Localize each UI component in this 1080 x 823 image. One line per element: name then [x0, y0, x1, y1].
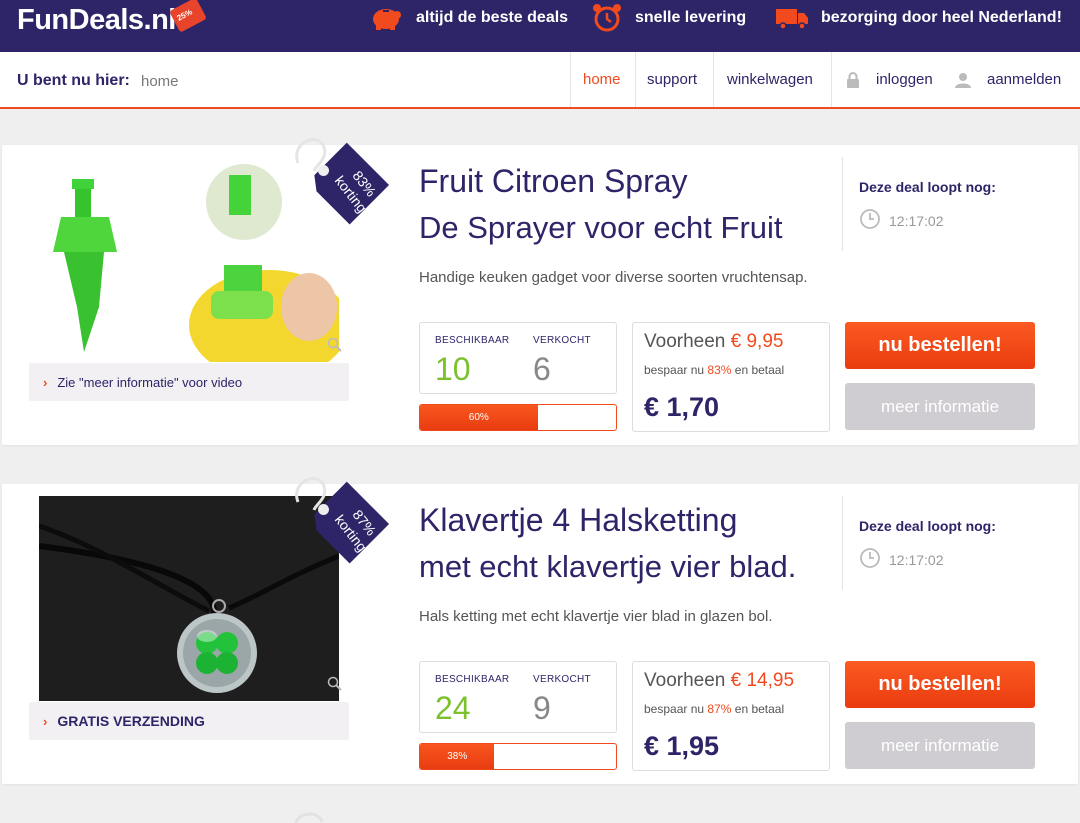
savings-prefix: bespaar nu	[644, 702, 705, 716]
more-info-button[interactable]: meer informatie	[845, 722, 1035, 769]
old-price-label: Voorheen	[644, 670, 726, 691]
sold-count: 9	[533, 690, 551, 726]
nav-register[interactable]: aanmelden	[955, 52, 1061, 107]
info-bar[interactable]: › Zie "meer informatie" voor video	[29, 363, 349, 401]
timer-divider	[842, 157, 843, 251]
savings-percent: 87%	[707, 702, 732, 716]
nav-divider	[570, 52, 571, 107]
deal-title[interactable]: Klavertje 4 Halsketting	[419, 502, 737, 539]
progress-label: 60%	[468, 412, 489, 423]
breadcrumb-label: U bent nu hier:	[17, 72, 130, 89]
top-header: FunDeals.nl 25% altijd de beste deals sn…	[0, 0, 1080, 52]
stock-box: BESCHIKBAAR VERKOCHT 10 6	[419, 322, 617, 394]
nav-register-label: aanmelden	[987, 71, 1062, 88]
info-bar-text: Zie "meer informatie" voor video	[57, 374, 243, 390]
info-bar[interactable]: › GRATIS VERZENDING	[29, 702, 349, 740]
sold-label: VERKOCHT	[533, 674, 591, 685]
deal-price: € 1,70	[644, 392, 720, 422]
old-price: € 9,95	[730, 331, 784, 352]
usp-delivery-nl: bezorging door heel Nederland!	[775, 0, 1062, 36]
chevron-right-icon: ›	[43, 374, 48, 390]
savings-suffix: en betaal	[734, 702, 785, 716]
deal-subtitle: De Sprayer voor echt Fruit	[419, 210, 783, 245]
savings-prefix: bespaar nu	[644, 363, 705, 377]
deal-card: 83% korting › Zie "meer informatie" voor …	[2, 138, 1078, 445]
nav-divider	[831, 52, 832, 107]
sold-count: 6	[533, 351, 551, 387]
clock-icon	[860, 548, 880, 568]
sold-progress-bar: 60%	[419, 404, 617, 431]
nav-support[interactable]: support	[647, 52, 697, 107]
truck-icon	[776, 9, 808, 30]
nav-divider	[713, 52, 714, 107]
available-label: BESCHIKBAAR	[435, 335, 510, 346]
deal-title[interactable]: Fruit Citroen Spray	[419, 163, 688, 200]
nav-cart[interactable]: winkelwagen	[727, 52, 813, 107]
usp-best-deals: altijd de beste deals	[370, 0, 568, 36]
savings-line: bespaar nu 83% en betaal	[644, 363, 784, 377]
timer-label: Deze deal loopt nog:	[859, 518, 996, 534]
old-price-line: Voorheen € 9,95	[644, 331, 783, 353]
usp-fast-delivery: snelle levering	[591, 0, 746, 36]
zoom-icon[interactable]	[327, 676, 343, 692]
deal-description: Handige keuken gadget voor diverse soort…	[419, 269, 808, 286]
more-info-button[interactable]: meer informatie	[845, 383, 1035, 430]
zoom-icon[interactable]	[327, 337, 343, 353]
tag-hook-icon	[294, 812, 324, 823]
deal-card: 87% korting › GRATIS VERZENDING Klavertje…	[2, 477, 1078, 784]
timer-divider	[842, 496, 843, 590]
price-box: Voorheen € 9,95 bespaar nu 83% en betaal…	[632, 322, 830, 432]
alarm-clock-icon	[593, 4, 621, 32]
price-box: Voorheen € 14,95 bespaar nu 87% en betaa…	[632, 661, 830, 771]
nav-divider	[635, 52, 636, 107]
sold-progress-bar: 38%	[419, 743, 617, 770]
available-count: 10	[435, 351, 471, 387]
nav-home[interactable]: home	[583, 52, 621, 107]
order-button[interactable]: nu bestellen!	[845, 322, 1035, 369]
piggy-bank-icon	[373, 9, 401, 30]
user-icon	[955, 72, 971, 88]
old-price-line: Voorheen € 14,95	[644, 670, 794, 692]
progress-label: 38%	[447, 751, 468, 762]
available-count: 24	[435, 690, 471, 726]
nav-bar: U bent nu hier: home home support winkel…	[0, 52, 1080, 109]
nav-login[interactable]: inloggen	[846, 52, 933, 107]
stock-box: BESCHIKBAAR VERKOCHT 24 9	[419, 661, 617, 733]
nav-login-label: inloggen	[876, 71, 933, 88]
old-price: € 14,95	[730, 670, 795, 691]
timer-value: 12:17:02	[889, 552, 944, 568]
savings-line: bespaar nu 87% en betaal	[644, 702, 784, 716]
order-button[interactable]: nu bestellen!	[845, 661, 1035, 708]
old-price-label: Voorheen	[644, 331, 726, 352]
timer-value: 12:17:02	[889, 213, 944, 229]
chevron-right-icon: ›	[43, 713, 48, 729]
lock-icon	[847, 71, 859, 88]
deal-price: € 1,95	[644, 731, 720, 761]
deal-subtitle: met echt klavertje vier blad.	[419, 549, 797, 584]
savings-suffix: en betaal	[734, 363, 785, 377]
clock-icon	[860, 209, 880, 229]
breadcrumb-home[interactable]: home	[141, 73, 179, 90]
info-bar-text: GRATIS VERZENDING	[57, 713, 205, 729]
savings-percent: 83%	[707, 363, 732, 377]
sold-label: VERKOCHT	[533, 335, 591, 346]
deal-description: Hals ketting met echt klavertje vier bla…	[419, 608, 773, 625]
timer-label: Deze deal loopt nog:	[859, 179, 996, 195]
logo[interactable]: FunDeals.nl	[17, 4, 176, 37]
available-label: BESCHIKBAAR	[435, 674, 510, 685]
